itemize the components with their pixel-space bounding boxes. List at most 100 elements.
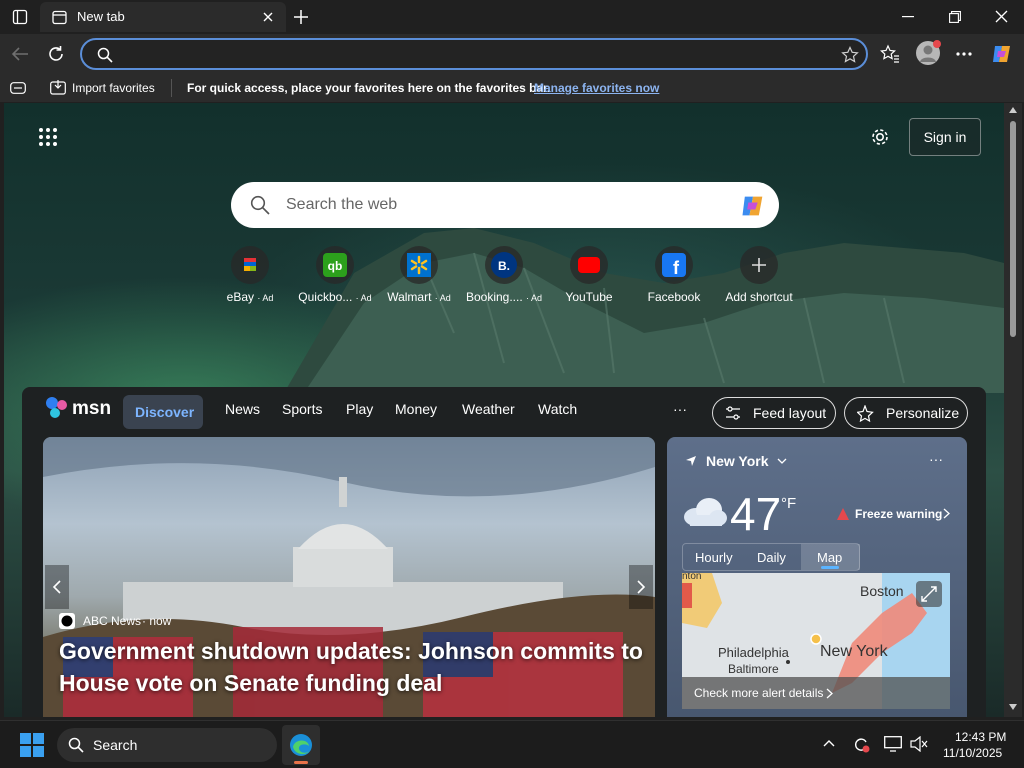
more-options-icon[interactable] [956,52,972,56]
youtube-icon [570,246,608,284]
feed-layout-label: Feed layout [753,405,827,421]
quickbooks-icon: qb [316,246,354,284]
facebook-icon: f [655,246,693,284]
tab-money[interactable]: Money [395,401,437,417]
taskbar-date[interactable]: 11/10/2025 [943,746,1002,760]
carousel-prev-button[interactable] [45,565,69,609]
shortcut-booking[interactable]: B. Booking.... · Ad [459,246,549,304]
favorites-bar-message: For quick access, place your favorites h… [187,81,551,95]
restore-button[interactable] [949,11,961,23]
search-input[interactable]: Search the web [286,196,397,214]
apps-launcher-icon[interactable] [38,127,58,147]
import-favorites-button[interactable]: Import favorites [72,81,155,95]
carousel-next-button[interactable] [629,565,653,609]
personalize-button[interactable]: Personalize [844,397,968,429]
refresh-button[interactable] [47,45,65,63]
story-source: ABC News [83,614,142,628]
ad-label: · Ad [526,293,543,303]
tab-daily[interactable]: Daily [757,550,786,565]
freeze-warning-link[interactable]: Freeze warning [855,507,942,521]
alert-details-link[interactable]: Check more alert details [682,677,950,709]
shortcut-label: Facebook [647,290,701,304]
msn-feed: msn Discover News Sports Play Money Weat… [22,387,986,717]
temperature-unit: °F [781,495,797,512]
tab-hourly[interactable]: Hourly [695,550,733,565]
msn-logo-icon[interactable] [44,395,70,421]
sync-alert-icon[interactable] [852,735,870,753]
tab-watch[interactable]: Watch [538,401,577,417]
shortcut-walmart[interactable]: Walmart · Ad [374,246,464,304]
taskbar-search[interactable]: Search [57,728,277,762]
manage-favorites-link[interactable]: Manage favorites now [534,81,659,95]
tab-map[interactable]: Map [801,544,860,570]
minimize-button[interactable] [902,16,914,18]
abc-news-icon [59,613,75,629]
web-search-box[interactable]: Search the web [231,182,779,228]
ebay-icon [231,246,269,284]
favorite-star-icon[interactable] [841,46,859,64]
favorites-icon[interactable] [880,44,900,64]
tab-play[interactable]: Play [346,401,373,417]
copilot-icon[interactable] [739,192,767,220]
shortcut-youtube[interactable]: YouTube [544,246,634,304]
taskbar-time[interactable]: 12:43 PM [955,730,1006,744]
sign-in-button[interactable]: Sign in [909,118,981,156]
tab-actions-icon[interactable] [12,9,28,25]
scroll-down-icon[interactable] [1009,704,1017,710]
temperature-value: 47 [730,488,782,540]
taskbar-edge-button[interactable] [282,725,320,765]
shortcut-label: Booking.... [465,290,523,304]
shortcut-label: Add shortcut [725,290,793,304]
tab-label: Map [817,550,843,565]
volume-icon[interactable] [910,736,928,752]
address-bar[interactable] [80,38,868,70]
tab-weather[interactable]: Weather [462,401,515,417]
hero-story-card[interactable]: ABC News · now Government shutdown updat… [43,437,655,717]
page-settings-icon[interactable] [870,127,890,147]
profile-avatar[interactable] [916,40,941,65]
shortcut-facebook[interactable]: f Facebook [629,246,719,304]
close-window-button[interactable] [995,10,1008,23]
add-shortcut-button[interactable]: Add shortcut [714,246,804,304]
shortcut-ebay[interactable]: eBay · Ad [205,246,295,304]
toolbar [0,34,1024,74]
expand-map-icon[interactable] [916,581,942,607]
svg-text:qb: qb [328,259,343,273]
sidebar-toggle-icon[interactable] [10,82,26,94]
close-tab-icon[interactable] [262,11,274,23]
shortcut-label: Quickbo... [298,290,353,304]
chevron-down-icon[interactable] [777,458,787,464]
svg-text:f: f [673,258,680,278]
tab-discover[interactable]: Discover [123,395,203,429]
weather-location[interactable]: New York [706,453,769,469]
scrollbar-thumb[interactable] [1010,121,1016,337]
taskbar-search-label: Search [93,737,138,753]
tab-new-tab[interactable]: New tab [40,2,286,32]
weather-map[interactable]: nton Boston Philadelphia Baltimore New Y… [682,573,950,709]
page-scrollbar[interactable] [1004,103,1022,717]
more-tabs-button[interactable]: ··· [673,401,687,417]
story-headline[interactable]: Government shutdown updates: Johnson com… [59,635,649,699]
weather-tabs: Hourly Daily Map [682,543,860,571]
feed-layout-button[interactable]: Feed layout [712,397,836,429]
tab-sports[interactable]: Sports [282,401,322,417]
story-time: · now [142,614,172,628]
booking-icon: B. [485,246,523,284]
weather-more-button[interactable]: ··· [929,451,943,467]
shortcut-label: Walmart [387,290,432,304]
shortcut-quickbooks[interactable]: qb Quickbo... · Ad [290,246,380,304]
show-hidden-icons-chevron[interactable] [823,739,835,747]
personalize-label: Personalize [886,405,960,421]
copilot-icon[interactable] [990,42,1014,66]
scroll-up-icon[interactable] [1009,107,1017,113]
tab-label: Discover [135,404,195,420]
favorites-bar: Import favorites For quick access, place… [0,74,1024,102]
tab-news[interactable]: News [225,401,260,417]
plus-icon [740,246,778,284]
windows-start-icon[interactable] [20,733,44,757]
network-icon[interactable] [884,736,902,752]
new-tab-button[interactable] [293,9,309,25]
search-icon [250,195,270,215]
back-button[interactable] [11,46,29,62]
alert-details-label: Check more alert details [694,686,824,700]
